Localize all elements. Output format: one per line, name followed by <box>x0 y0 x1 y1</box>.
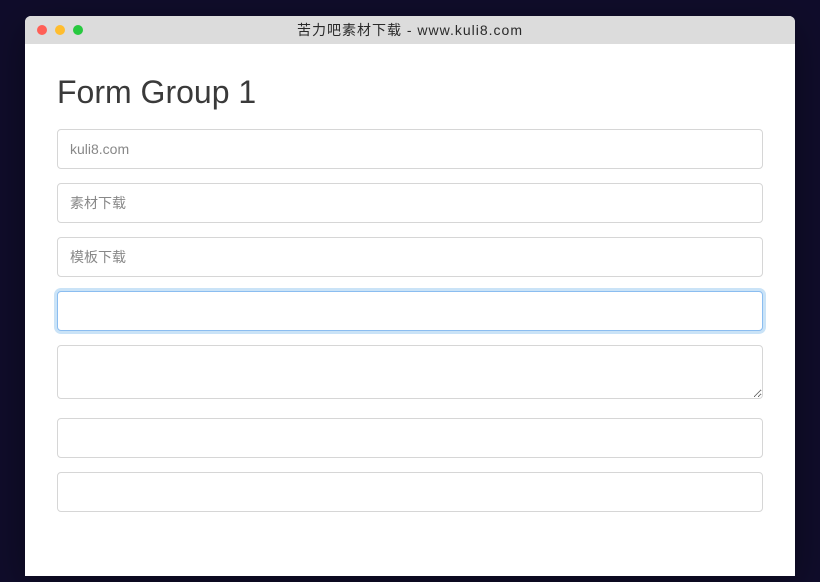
text-input-5[interactable] <box>57 418 763 458</box>
titlebar: 苦力吧素材下载 - www.kuli8.com <box>25 16 795 44</box>
form-content: Form Group 1 <box>25 44 795 576</box>
close-icon[interactable] <box>37 25 47 35</box>
text-input-1[interactable] <box>57 129 763 169</box>
app-window: 苦力吧素材下载 - www.kuli8.com Form Group 1 <box>25 16 795 576</box>
minimize-icon[interactable] <box>55 25 65 35</box>
text-input-4[interactable] <box>57 291 763 331</box>
text-input-2[interactable] <box>57 183 763 223</box>
maximize-icon[interactable] <box>73 25 83 35</box>
text-input-3[interactable] <box>57 237 763 277</box>
traffic-lights <box>37 25 83 35</box>
textarea-1[interactable] <box>57 345 763 399</box>
form-heading: Form Group 1 <box>57 74 763 111</box>
text-input-6[interactable] <box>57 472 763 512</box>
window-title: 苦力吧素材下载 - www.kuli8.com <box>37 20 783 40</box>
